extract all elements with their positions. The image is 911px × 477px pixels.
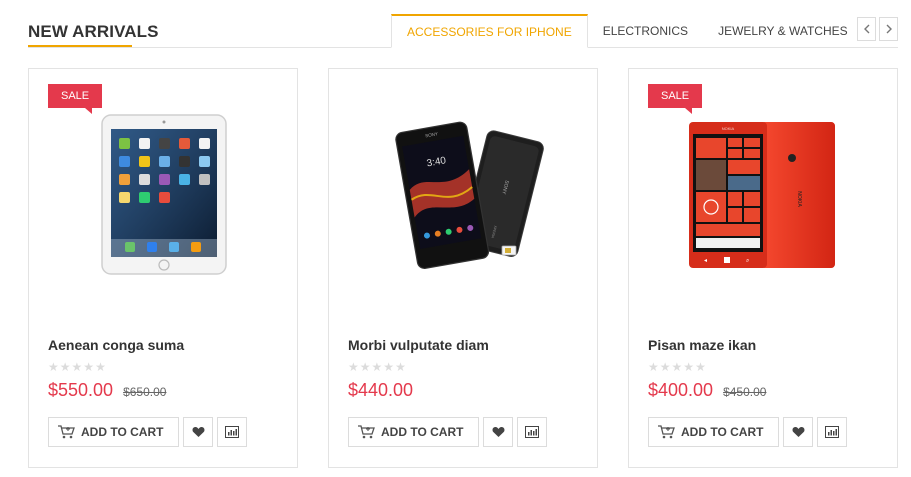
heart-icon — [492, 426, 505, 437]
product-grid: SALE Aenean conga suma ★ ★ ★ ★ ★ $550.00… — [28, 68, 898, 468]
star-icon: ★ — [671, 360, 683, 374]
tab-accessories-for-iphone[interactable]: ACCESSORIES FOR IPHONE — [391, 14, 588, 48]
add-to-cart-label: ADD TO CART — [381, 425, 464, 439]
compare-button[interactable] — [817, 417, 848, 447]
product-actions: ADD TO CART — [48, 417, 248, 447]
star-icon: ★ — [348, 360, 359, 374]
heart-icon — [792, 426, 805, 437]
star-icon: ★ — [383, 360, 395, 374]
chevron-left-icon — [863, 24, 869, 34]
product-name[interactable]: Morbi vulputate diam — [348, 337, 489, 353]
add-to-cart-button[interactable]: ADD TO CART — [648, 417, 780, 447]
price: $440.00 — [348, 380, 414, 400]
svg-text:⌕: ⌕ — [746, 258, 749, 264]
wishlist-button[interactable] — [783, 417, 814, 447]
star-icon: ★ — [95, 360, 106, 374]
carousel-prev-button[interactable] — [857, 17, 876, 41]
carousel-nav — [857, 17, 898, 41]
compare-icon — [225, 426, 240, 438]
star-icon: ★ — [83, 360, 95, 374]
star-icon: ★ — [695, 360, 706, 374]
section-header: NEW ARRIVALS ACCESSORIES FOR IPHONE ELEC… — [28, 14, 898, 48]
star-icon: ★ — [59, 360, 71, 374]
svg-text:NOKIA: NOKIA — [722, 126, 735, 131]
section-title: NEW ARRIVALS — [28, 22, 159, 41]
product-image-phone-red[interactable]: NOKIA NOKIA ◂ ⌕ — [664, 99, 864, 289]
product-card[interactable]: SONY XPERIA 3:40 SONY Morbi vulputate di… — [328, 68, 598, 468]
tab-electronics[interactable]: ELECTRONICS — [588, 14, 703, 48]
product-name[interactable]: Aenean conga suma — [48, 337, 184, 353]
compare-button[interactable] — [517, 417, 548, 447]
add-to-cart-button[interactable]: ADD TO CART — [48, 417, 180, 447]
rating-stars: ★ ★ ★ ★ ★ — [648, 360, 706, 374]
star-icon: ★ — [683, 360, 695, 374]
heart-icon — [192, 426, 205, 437]
rating-stars: ★ ★ ★ ★ ★ — [348, 360, 406, 374]
svg-text:◂: ◂ — [704, 258, 707, 264]
compare-icon — [825, 426, 840, 438]
star-icon: ★ — [659, 360, 671, 374]
add-to-cart-label: ADD TO CART — [81, 425, 164, 439]
old-price: $650.00 — [123, 385, 167, 399]
wishlist-button[interactable] — [483, 417, 514, 447]
product-actions: ADD TO CART — [648, 417, 848, 447]
add-to-cart-label: ADD TO CART — [681, 425, 764, 439]
compare-button[interactable] — [217, 417, 248, 447]
cart-icon — [658, 425, 675, 439]
product-card[interactable]: SALE NOKIA NOKIA ◂ ⌕ Pisan maze ikan ★ ★… — [628, 68, 898, 468]
product-name[interactable]: Pisan maze ikan — [648, 337, 756, 353]
old-price: $450.00 — [723, 385, 767, 399]
star-icon: ★ — [48, 360, 59, 374]
wishlist-button[interactable] — [183, 417, 214, 447]
star-icon: ★ — [371, 360, 383, 374]
product-card[interactable]: SALE Aenean conga suma ★ ★ ★ ★ ★ $550.00… — [28, 68, 298, 468]
price-row: $440.00 — [348, 380, 413, 401]
svg-text:NOKIA: NOKIA — [796, 191, 802, 207]
category-tabs: ACCESSORIES FOR IPHONE ELECTRONICS JEWEL… — [391, 14, 863, 48]
compare-icon — [525, 426, 540, 438]
star-icon: ★ — [359, 360, 371, 374]
product-actions: ADD TO CART — [348, 417, 548, 447]
chevron-right-icon — [886, 24, 892, 34]
star-icon: ★ — [648, 360, 659, 374]
product-image-tablet[interactable] — [64, 99, 264, 289]
price: $400.00 — [648, 380, 714, 400]
star-icon: ★ — [395, 360, 406, 374]
tablet-image — [101, 113, 227, 275]
phone-black-image: SONY XPERIA 3:40 SONY — [395, 121, 544, 270]
cart-icon — [58, 425, 75, 439]
product-image-phone-black[interactable]: SONY XPERIA 3:40 SONY — [364, 99, 564, 289]
price-row: $400.00 $450.00 — [648, 380, 766, 401]
price: $550.00 — [48, 380, 114, 400]
tab-jewelry-watches[interactable]: JEWELRY & WATCHES — [703, 14, 863, 48]
star-icon: ★ — [71, 360, 83, 374]
phone-red-image: NOKIA NOKIA ◂ ⌕ — [689, 122, 835, 268]
add-to-cart-button[interactable]: ADD TO CART — [348, 417, 480, 447]
cart-icon — [358, 425, 375, 439]
rating-stars: ★ ★ ★ ★ ★ — [48, 360, 106, 374]
price-row: $550.00 $650.00 — [48, 380, 166, 401]
carousel-next-button[interactable] — [879, 17, 898, 41]
